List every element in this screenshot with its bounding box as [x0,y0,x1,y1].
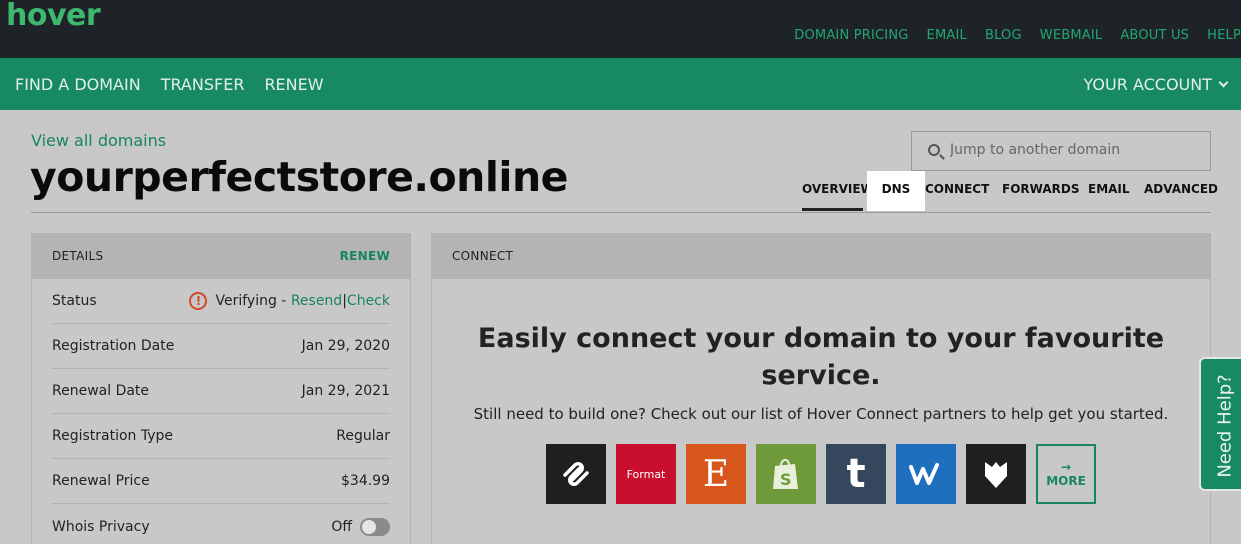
tab-forwards[interactable]: FORWARDS [1002,171,1079,211]
whois-value: Off [331,517,390,536]
your-account-menu[interactable]: YOUR ACCOUNT [1083,75,1229,94]
registration-type-value: Regular [336,428,390,444]
your-account-label: YOUR ACCOUNT [1083,75,1212,94]
status-text: Verifying - [215,293,287,309]
partner-list: Format E S t → MORE [546,444,1096,504]
top-link-help[interactable]: HELP [1207,28,1241,43]
detail-row: Registration Date Jan 29, 2020 [52,324,390,369]
tab-dns[interactable]: DNS [867,171,925,211]
tab-connect[interactable]: CONNECT [925,171,989,211]
resend-link[interactable]: Resend [291,293,342,309]
tabs-divider [31,212,1211,213]
connect-panel: CONNECT Easily connect your domain to yo… [431,233,1211,544]
format-logo[interactable]: Format [616,444,676,504]
weebly-logo[interactable] [896,444,956,504]
top-link-blog[interactable]: BLOG [985,28,1022,43]
status-label: Status [52,293,97,309]
domain-title: yourperfectstore.online [30,153,568,201]
tab-advanced[interactable]: ADVANCED [1144,171,1218,211]
details-panel: DETAILS RENEW Status ! Verifying - Resend… [31,233,411,544]
shopify-logo[interactable]: S [756,444,816,504]
squarespace-logo[interactable] [546,444,606,504]
nav-transfer[interactable]: TRANSFER [161,75,245,94]
tab-email[interactable]: EMAIL [1088,171,1130,211]
hover-logo[interactable]: hover [6,0,101,33]
more-partners-button[interactable]: → MORE [1036,444,1096,504]
detail-row: Renewal Price $34.99 [52,459,390,504]
arrow-right-icon: → [1060,460,1072,474]
top-link-email[interactable]: EMAIL [927,28,967,43]
domain-search-input[interactable] [950,142,1200,158]
whois-label: Whois Privacy [52,518,150,535]
need-help-button[interactable]: Need Help? [1199,357,1241,491]
svg-text:S: S [780,470,792,489]
top-links: DOMAIN PRICING EMAIL BLOG WEBMAIL ABOUT … [794,28,1241,43]
view-all-domains-link[interactable]: View all domains [31,131,166,150]
renewal-date-value: Jan 29, 2021 [301,383,390,399]
chevron-down-icon [1218,77,1229,88]
tab-overview[interactable]: OVERVIEW [802,171,874,211]
renew-link[interactable]: RENEW [340,234,390,279]
whois-status: Off [331,518,352,535]
details-header: DETAILS RENEW [32,234,410,279]
renewal-price-value: $34.99 [341,473,390,489]
status-row: Status ! Verifying - Resend|Check [52,279,390,324]
whois-row: Whois Privacy Off [52,504,390,544]
need-help-label: Need Help? [1214,374,1236,478]
nav-renew[interactable]: RENEW [264,75,323,94]
connect-headline: Easily connect your domain to your favou… [477,323,1165,391]
bigcartel-logo[interactable] [966,444,1026,504]
whois-privacy-toggle[interactable] [360,517,390,536]
top-link-domain-pricing[interactable]: DOMAIN PRICING [794,28,908,43]
status-value: ! Verifying - Resend|Check [189,292,390,310]
top-link-about-us[interactable]: ABOUT US [1120,28,1189,43]
connect-header: CONNECT [432,234,1210,279]
domain-search [911,131,1211,171]
main-nav: FIND A DOMAIN TRANSFER RENEW YOUR ACCOUN… [0,58,1241,110]
details-title: DETAILS [52,249,104,263]
more-label: MORE [1046,474,1086,488]
check-link[interactable]: Check [347,293,390,309]
detail-row: Registration Type Regular [52,414,390,459]
top-bar: hover DOMAIN PRICING EMAIL BLOG WEBMAIL … [0,0,1241,58]
connect-title: CONNECT [452,249,514,263]
top-link-webmail[interactable]: WEBMAIL [1040,28,1103,43]
renewal-date-label: Renewal Date [52,383,150,399]
etsy-logo[interactable]: E [686,444,746,504]
registration-type-label: Registration Type [52,428,174,444]
connect-subtext: Still need to build one? Check out our l… [473,405,1169,423]
registration-date-label: Registration Date [52,338,175,354]
search-icon [928,144,940,156]
tumblr-logo[interactable]: t [826,444,886,504]
registration-date-value: Jan 29, 2020 [301,338,390,354]
warning-icon: ! [189,292,208,310]
nav-find-domain[interactable]: FIND A DOMAIN [15,75,141,94]
detail-row: Renewal Date Jan 29, 2021 [52,369,390,414]
renewal-price-label: Renewal Price [52,473,150,489]
